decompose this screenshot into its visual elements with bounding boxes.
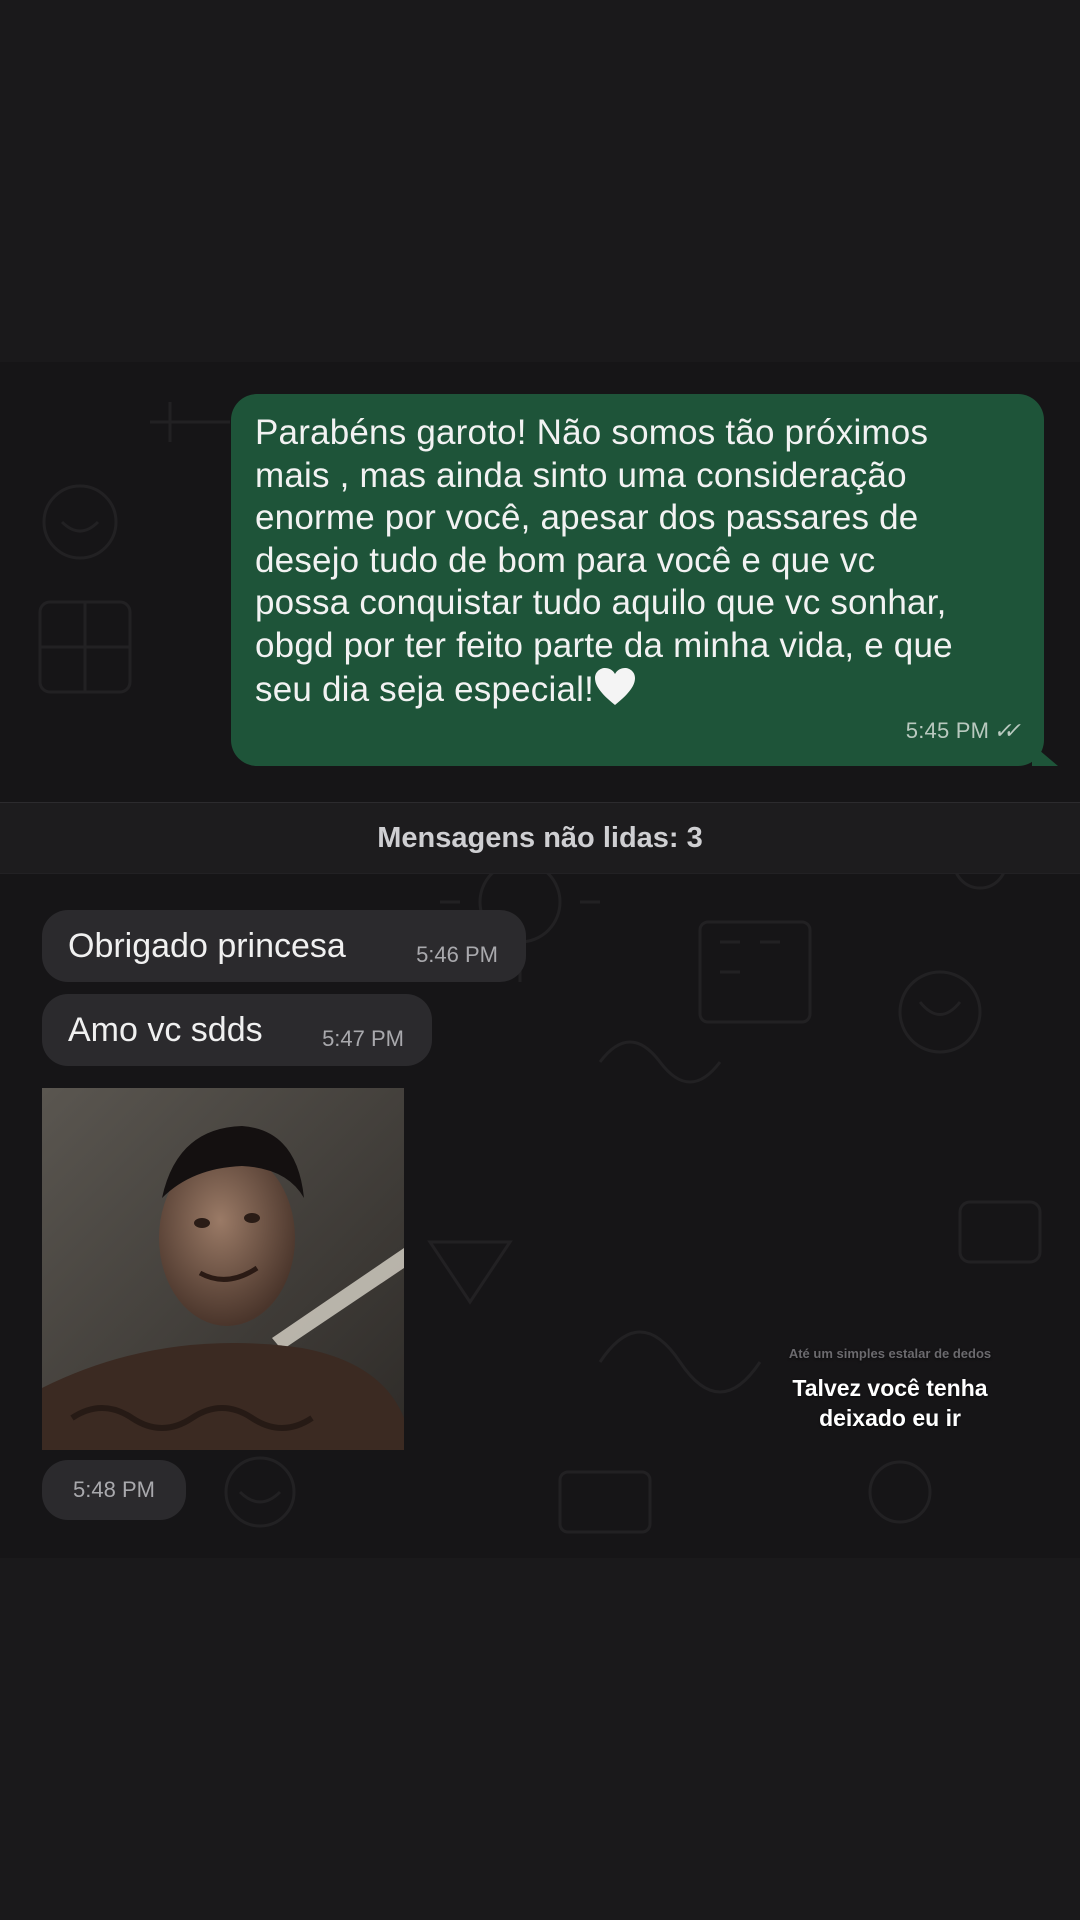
received-photo[interactable] xyxy=(42,1088,404,1450)
bubble-tail xyxy=(1032,744,1058,766)
received-message-text: Amo vc sdds xyxy=(68,1010,263,1049)
sent-message-text: Parabéns garoto! Não somos tão próximos … xyxy=(255,413,953,709)
received-message-bubble[interactable]: Amo vc sdds 5:47 PM xyxy=(42,994,432,1066)
sent-message-bubble[interactable]: Parabéns garoto! Não somos tão próximos … xyxy=(231,394,1058,766)
unread-messages-divider: Mensagens não lidas: 3 xyxy=(0,802,1080,874)
unread-divider-label: Mensagens não lidas: 3 xyxy=(377,821,703,854)
double-check-icon: ✓✓ xyxy=(992,717,1017,743)
story-caption-text: Talvez você tenha deixado eu ir xyxy=(792,1375,988,1431)
sent-message-time: 5:45 PM xyxy=(905,717,990,743)
sent-message-meta: 5:45 PM ✓✓ xyxy=(906,710,1022,753)
story-caption: Até um simples estalar de dedos Talvez v… xyxy=(760,1347,1020,1433)
received-message-time: 5:46 PM xyxy=(416,942,498,967)
received-message-bubble[interactable]: Obrigado princesa 5:46 PM xyxy=(42,910,526,982)
story-caption-small-text: Até um simples estalar de dedos xyxy=(788,1346,992,1361)
white-heart-emoji xyxy=(594,667,636,718)
photo-image xyxy=(42,1088,404,1450)
received-message-text: Obrigado princesa xyxy=(68,926,346,965)
chat-area[interactable]: Parabéns garoto! Não somos tão próximos … xyxy=(0,362,1080,1558)
photo-message-time: 5:48 PM xyxy=(73,1477,155,1502)
screen: Parabéns garoto! Não somos tão próximos … xyxy=(0,0,1080,1920)
photo-timestamp-bubble: 5:48 PM xyxy=(42,1460,186,1520)
received-message-time: 5:47 PM xyxy=(322,1026,404,1051)
